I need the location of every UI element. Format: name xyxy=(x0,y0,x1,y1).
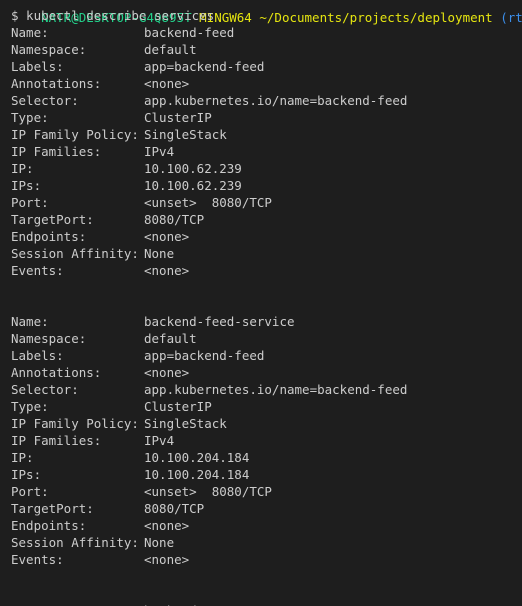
field-key: IPs: xyxy=(11,178,42,193)
field-value: <unset> 8080/TCP xyxy=(144,484,272,499)
field-key: Annotations: xyxy=(11,76,102,91)
field-key: Namespace: xyxy=(11,42,87,57)
field-value: <none> xyxy=(144,76,190,91)
field-key: Labels: xyxy=(11,59,64,74)
field-key: IP Families: xyxy=(11,144,102,159)
describe-row: Namespace: default xyxy=(0,330,522,347)
describe-row: Annotations: <none> xyxy=(0,75,522,92)
field-value: IPv4 xyxy=(144,144,175,159)
terminal-window[interactable]: NATR@DESKTOP-G4Q895T MINGW64 ~/Documents… xyxy=(0,0,522,606)
describe-row: Labels: app=backend-feed xyxy=(0,58,522,75)
field-value: app=backend-feed xyxy=(144,59,265,74)
field-key: Selector: xyxy=(11,93,79,108)
field-key: TargetPort: xyxy=(11,212,94,227)
field-value: backend-feed xyxy=(144,25,235,40)
field-value: backend-feed-service xyxy=(144,314,295,329)
describe-row: IP Family Policy: SingleStack xyxy=(0,126,522,143)
describe-row: Name: backend- xyxy=(0,602,522,606)
field-value: app.kubernetes.io/name=backend-feed xyxy=(144,93,408,108)
describe-row: Port: <unset> 8080/TCP xyxy=(0,194,522,211)
field-key: Labels: xyxy=(11,348,64,363)
command-line: $ kubectl describe services xyxy=(11,8,215,23)
field-value: <none> xyxy=(144,365,190,380)
field-key: Port: xyxy=(11,484,49,499)
field-value: <none> xyxy=(144,229,190,244)
describe-row: Labels: app=backend-feed xyxy=(0,347,522,364)
field-value: <none> xyxy=(144,518,190,533)
field-key: TargetPort: xyxy=(11,501,94,516)
describe-row: Events: <none> xyxy=(0,262,522,279)
field-value: None xyxy=(144,535,175,550)
describe-row: IP: 10.100.204.184 xyxy=(0,449,522,466)
field-value: 10.100.62.239 xyxy=(144,178,242,193)
field-value: 8080/TCP xyxy=(144,212,205,227)
describe-row: IP Families: IPv4 xyxy=(0,143,522,160)
field-key: Name: xyxy=(11,314,49,329)
field-value: 10.100.204.184 xyxy=(144,450,250,465)
field-value: <none> xyxy=(144,552,190,567)
field-key: IP Families: xyxy=(11,433,102,448)
field-key: Endpoints: xyxy=(11,229,87,244)
field-value: None xyxy=(144,246,175,261)
field-key: Namespace: xyxy=(11,331,87,346)
field-value: app=backend-feed xyxy=(144,348,265,363)
field-value: 10.100.62.239 xyxy=(144,161,242,176)
describe-row: Endpoints: <none> xyxy=(0,517,522,534)
field-key: IP Family Policy: xyxy=(11,127,139,142)
field-key: Events: xyxy=(11,552,64,567)
describe-row: Port: <unset> 8080/TCP xyxy=(0,483,522,500)
field-value: app.kubernetes.io/name=backend-feed xyxy=(144,382,408,397)
field-value: ClusterIP xyxy=(144,399,212,414)
field-key: IP: xyxy=(11,161,34,176)
describe-row: Session Affinity: None xyxy=(0,245,522,262)
field-value: default xyxy=(144,42,197,57)
field-key: IPs: xyxy=(11,467,42,482)
describe-row: Events: <none> xyxy=(0,551,522,568)
field-key: IP: xyxy=(11,450,34,465)
describe-row: Selector: app.kubernetes.io/name=backend-… xyxy=(0,92,522,109)
describe-row: Namespace: default xyxy=(0,41,522,58)
field-key: Session Affinity: xyxy=(11,535,139,550)
describe-row: Name: backend-feed-service xyxy=(0,313,522,330)
describe-row: IPs: 10.100.204.184 xyxy=(0,466,522,483)
describe-row: TargetPort: 8080/TCP xyxy=(0,211,522,228)
field-key: Type: xyxy=(11,110,49,125)
describe-row: Type: ClusterIP xyxy=(0,109,522,126)
describe-row: Name: backend-feed xyxy=(0,24,522,41)
field-key: Name: xyxy=(11,602,49,606)
field-value: IPv4 xyxy=(144,433,175,448)
field-key: Selector: xyxy=(11,382,79,397)
field-value: 10.100.204.184 xyxy=(144,467,250,482)
describe-row: Type: ClusterIP xyxy=(0,398,522,415)
describe-row: Session Affinity: None xyxy=(0,534,522,551)
field-value: ClusterIP xyxy=(144,110,212,125)
field-value: 8080/TCP xyxy=(144,501,205,516)
field-key: Annotations: xyxy=(11,365,102,380)
describe-row: Selector: app.kubernetes.io/name=backend-… xyxy=(0,381,522,398)
field-key: Session Affinity: xyxy=(11,246,139,261)
field-key: Endpoints: xyxy=(11,518,87,533)
field-key: IP Family Policy: xyxy=(11,416,139,431)
describe-row: IPs: 10.100.62.239 xyxy=(0,177,522,194)
prompt-git-branch: (rt-continüo xyxy=(500,10,522,25)
describe-row: Annotations: <none> xyxy=(0,364,522,381)
field-key: Type: xyxy=(11,399,49,414)
describe-row: IP: 10.100.62.239 xyxy=(0,160,522,177)
field-value: <unset> 8080/TCP xyxy=(144,195,272,210)
describe-row: IP Families: IPv4 xyxy=(0,432,522,449)
field-value: SingleStack xyxy=(144,127,227,142)
field-value: backend- xyxy=(144,602,204,606)
field-key: Events: xyxy=(11,263,64,278)
prompt-path: ~/Documents/projects/deployment xyxy=(259,10,493,25)
field-value: SingleStack xyxy=(144,416,227,431)
describe-row: Endpoints: <none> xyxy=(0,228,522,245)
field-key: Name: xyxy=(11,25,49,40)
field-value: <none> xyxy=(144,263,190,278)
field-value: default xyxy=(144,331,197,346)
field-key: Port: xyxy=(11,195,49,210)
describe-row: TargetPort: 8080/TCP xyxy=(0,500,522,517)
describe-row: IP Family Policy: SingleStack xyxy=(0,415,522,432)
